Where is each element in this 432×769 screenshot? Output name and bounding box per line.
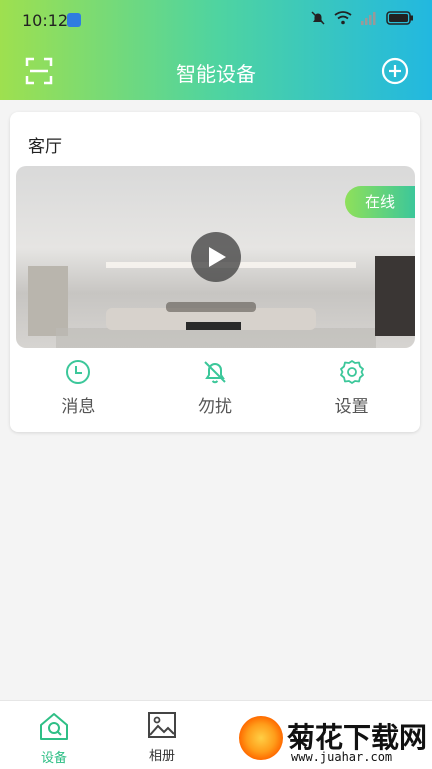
watermark-url: www.juahar.com — [291, 750, 393, 764]
status-time: 10:12 — [22, 11, 69, 30]
flower-logo-icon — [239, 716, 283, 760]
nav-item-album[interactable]: 相册 — [122, 711, 202, 764]
preview-door — [375, 256, 415, 336]
nav-label-devices: 设备 — [40, 751, 67, 766]
page-title: 智能设备 — [176, 62, 256, 86]
app-header: 10:12 智能设备 — [0, 0, 432, 100]
signal-icon — [361, 12, 376, 25]
status-badge: 在线 — [345, 186, 415, 218]
preview-table — [186, 322, 241, 330]
play-icon — [209, 247, 226, 267]
notification-badge-icon — [67, 13, 81, 27]
preview-cushion — [166, 302, 256, 312]
wifi-icon — [334, 11, 352, 25]
settings-label: 设置 — [334, 397, 369, 417]
settings-action[interactable]: 设置 — [283, 358, 420, 418]
messages-action[interactable]: 消息 — [10, 358, 147, 418]
watermark: 菊花下载网 www.juahar.com — [235, 712, 432, 768]
messages-label: 消息 — [61, 397, 96, 417]
status-bar: 10:12 — [0, 0, 432, 42]
preview-shelf — [28, 266, 68, 336]
nav-item-devices[interactable]: 设备 — [14, 711, 94, 766]
do-not-disturb-label: 勿扰 — [198, 397, 232, 417]
battery-icon — [386, 11, 413, 25]
do-not-disturb-action[interactable]: 勿扰 — [147, 358, 284, 418]
title-bar: 智能设备 — [0, 50, 432, 92]
status-icons — [310, 10, 414, 26]
gear-icon — [339, 360, 364, 384]
plus-circle-icon — [381, 57, 409, 85]
room-name: 客厅 — [28, 137, 62, 157]
clock-icon — [66, 360, 91, 384]
home-camera-icon — [40, 713, 68, 740]
add-device-button[interactable] — [380, 56, 410, 86]
bell-off-icon — [204, 361, 226, 384]
nav-label-album: 相册 — [148, 749, 175, 764]
device-card[interactable]: 客厅 在线 消息 勿扰 设置 — [10, 112, 420, 432]
mute-bell-icon — [311, 11, 325, 25]
image-icon — [148, 712, 176, 738]
preview-rug — [56, 328, 376, 348]
play-button[interactable] — [191, 232, 241, 282]
camera-preview[interactable]: 在线 — [16, 166, 415, 348]
device-actions: 消息 勿扰 设置 — [10, 358, 420, 418]
